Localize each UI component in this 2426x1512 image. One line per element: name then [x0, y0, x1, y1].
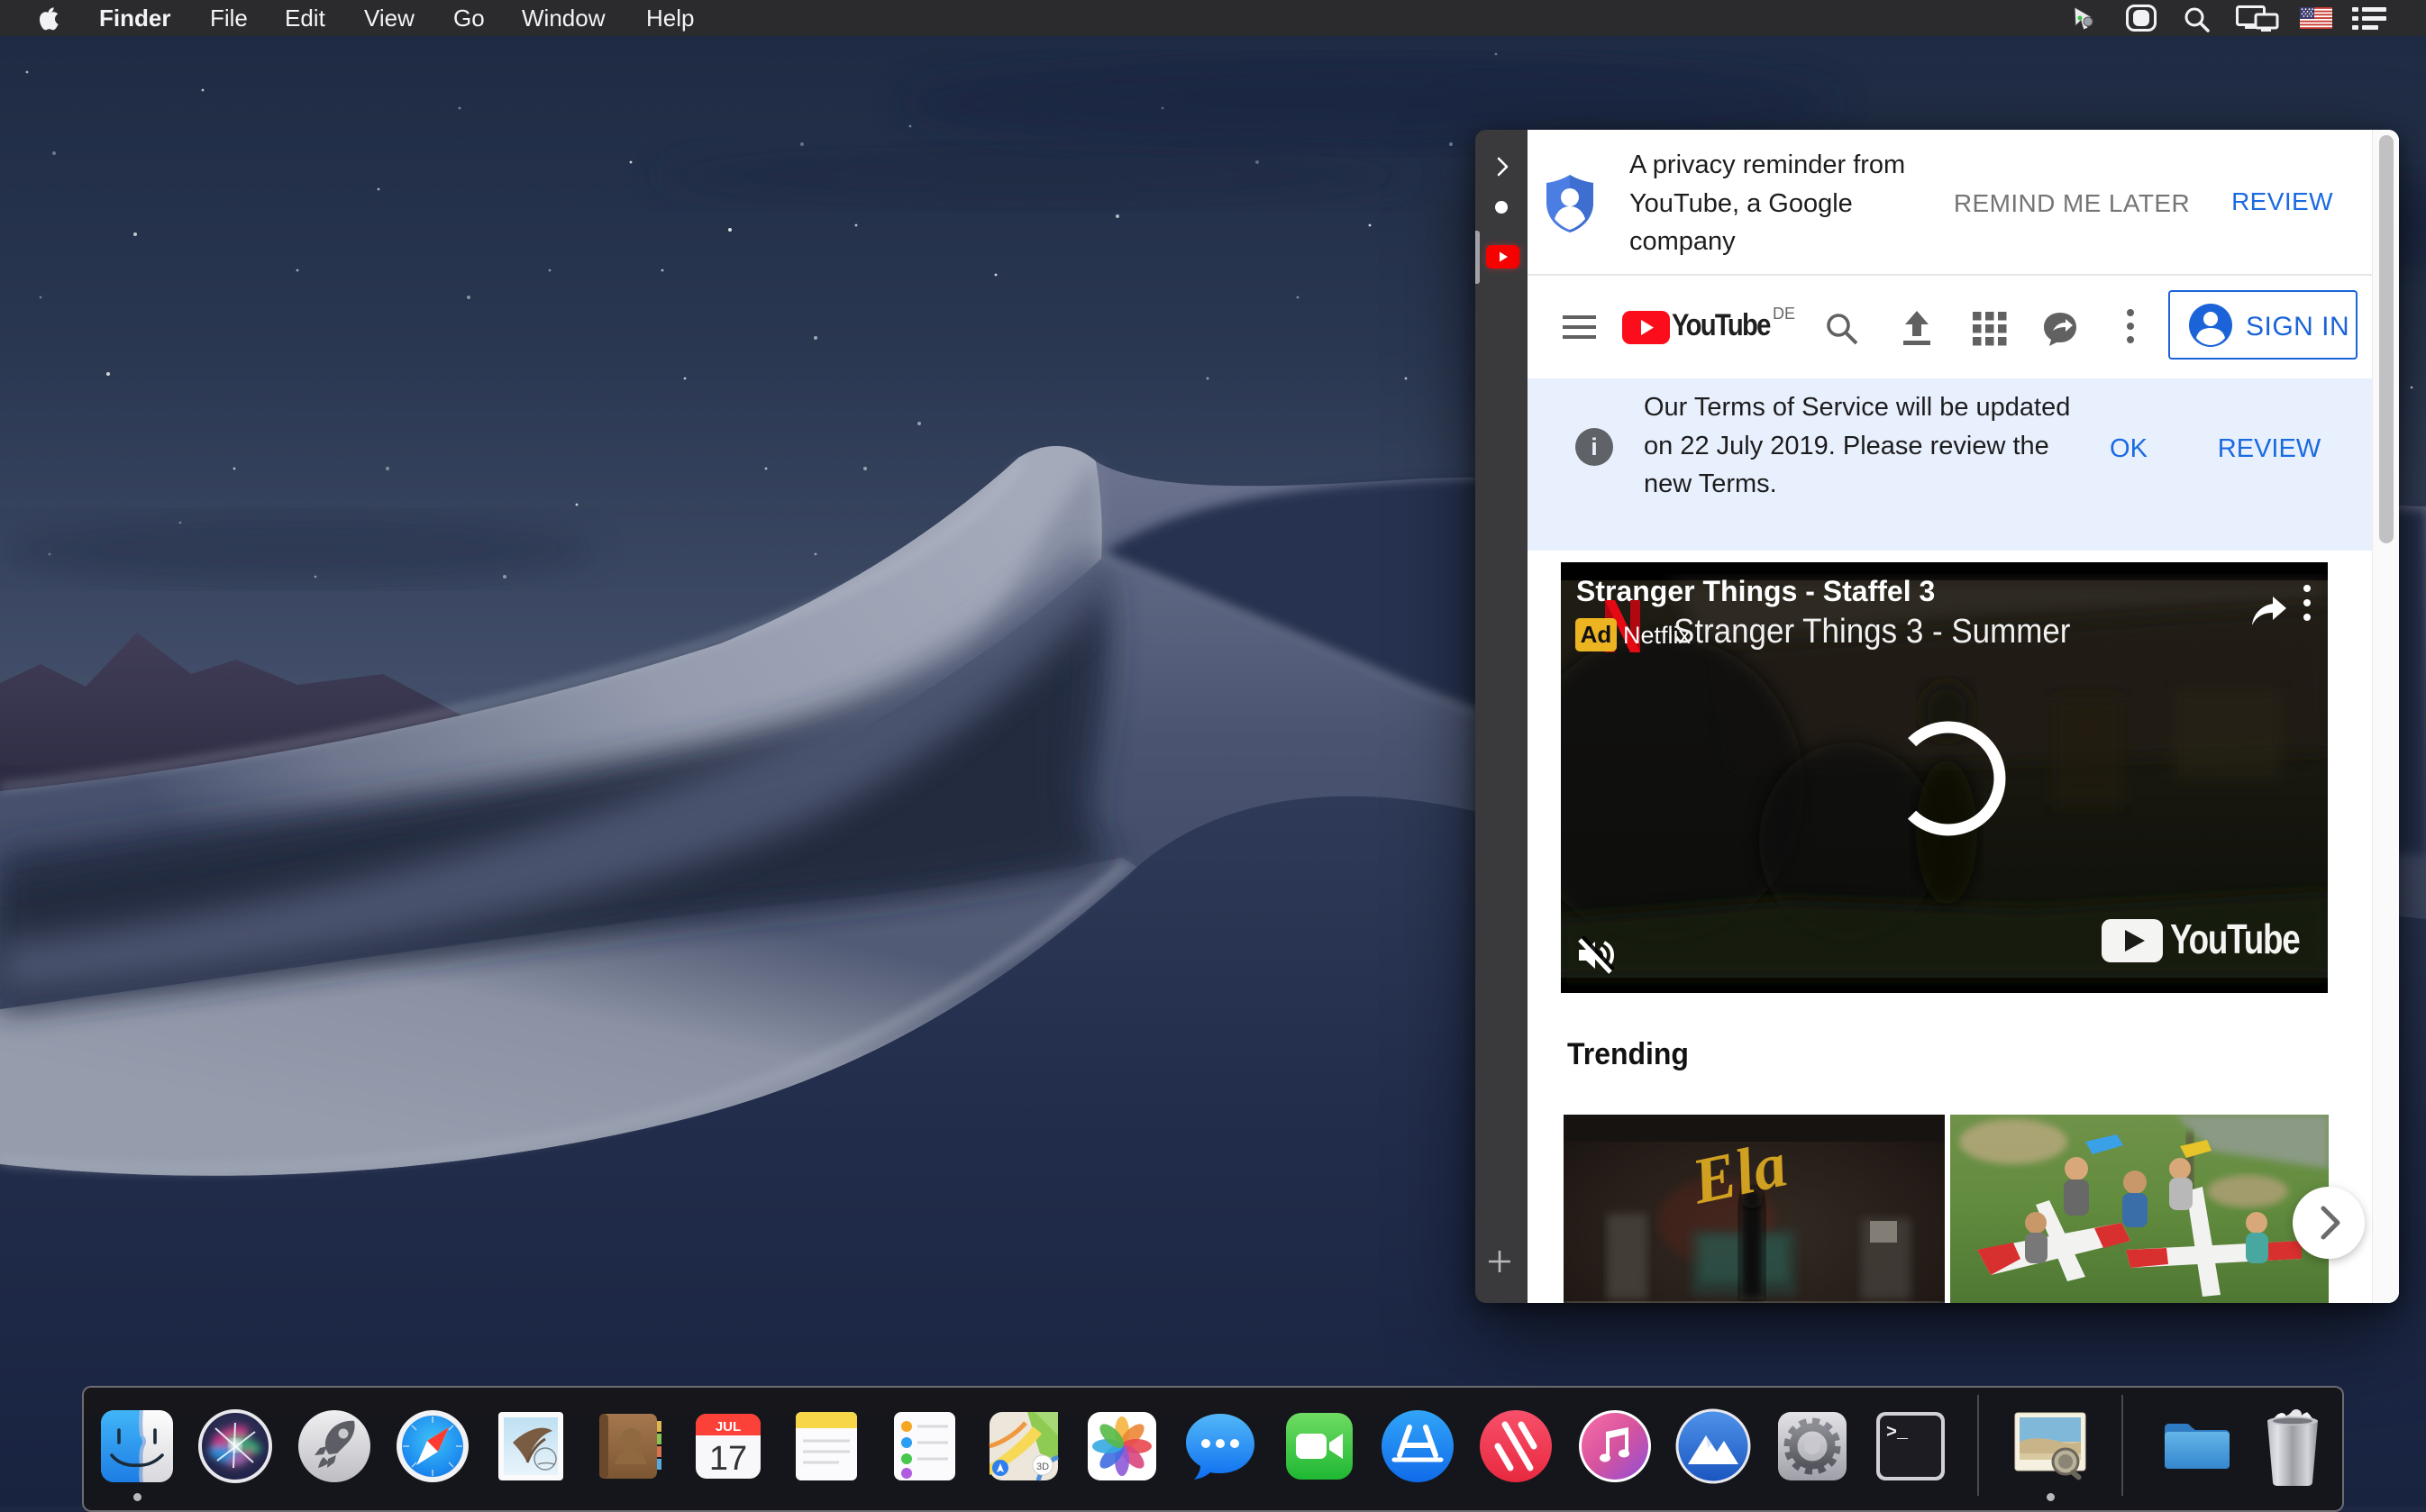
- svg-text:3D: 3D: [1036, 1462, 1049, 1472]
- svg-text:JUL: JUL: [716, 1419, 741, 1435]
- svg-text:17: 17: [709, 1440, 747, 1478]
- svg-text:>_: >_: [1886, 1423, 1909, 1444]
